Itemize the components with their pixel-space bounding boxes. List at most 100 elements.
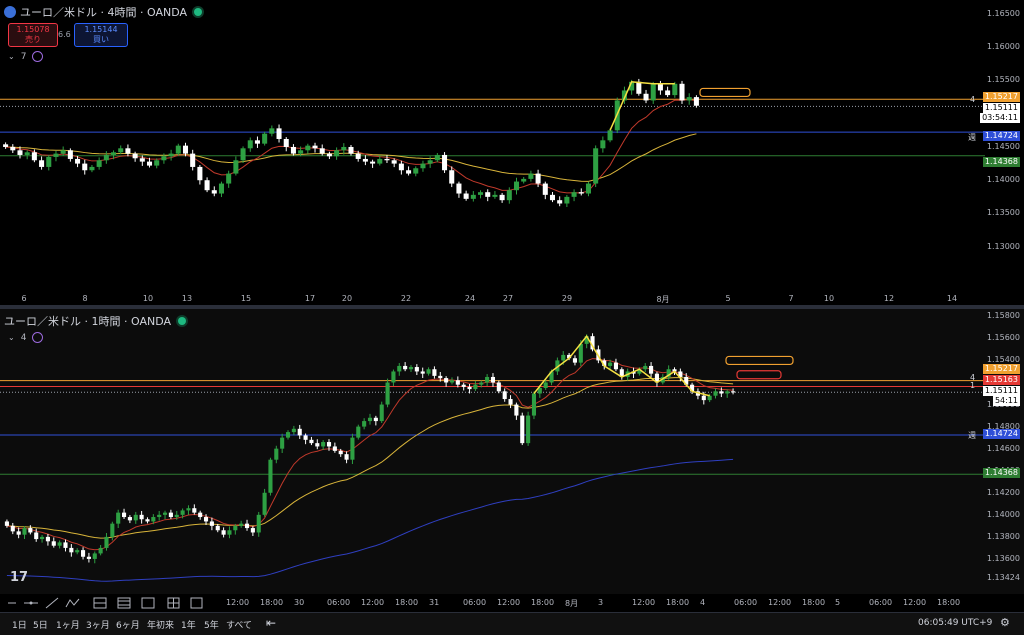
parallel-channel-tool-icon[interactable] (93, 597, 107, 609)
candle-body (111, 152, 117, 155)
path-tool-icon[interactable] (65, 598, 80, 608)
candle-body (456, 183, 462, 194)
market-open-icon (194, 8, 202, 16)
candle (456, 181, 462, 198)
candle-body (326, 153, 332, 157)
frame-tool-icon[interactable] (190, 597, 203, 609)
horizontal-line-tool-icon[interactable] (24, 601, 38, 605)
range-ytd[interactable]: 年初来 (147, 618, 174, 631)
grid-tool-icon[interactable] (167, 597, 180, 609)
clock[interactable]: 06:05:49 UTC+9 (918, 618, 992, 628)
candle-body (542, 183, 548, 195)
candle (103, 151, 109, 164)
candle (391, 369, 396, 387)
fib-tool-icon[interactable] (117, 597, 131, 609)
candle-body (168, 512, 173, 518)
sell-button[interactable]: 1.15078 売り (8, 23, 58, 47)
range-all[interactable]: すべて (226, 618, 252, 631)
candle-body (398, 163, 404, 171)
candle-body (420, 371, 425, 374)
price-tick-label: 1.14000 (986, 509, 1020, 519)
candle (455, 376, 460, 388)
candle-body (444, 378, 449, 383)
candle (731, 388, 736, 395)
range-6m[interactable]: 6ヶ月 (116, 618, 140, 631)
drawing-tools[interactable] (0, 594, 260, 612)
time-tick-label: 17 (304, 294, 316, 303)
range-5d[interactable]: 5日 (33, 618, 48, 631)
candle (57, 540, 62, 549)
trend-line-tool-icon[interactable] (45, 597, 59, 609)
candle-body (291, 428, 296, 433)
candle (490, 373, 496, 387)
settings-gear-icon[interactable]: ⚙ (1000, 616, 1010, 629)
candle-body (67, 150, 73, 159)
candle-body (334, 150, 340, 157)
price-tick-label: 1.14600 (986, 443, 1020, 453)
candle-body (118, 148, 124, 153)
candle (139, 510, 144, 524)
tradingview-logo[interactable]: 17 (10, 570, 28, 585)
range-1y[interactable]: 1年 (181, 618, 196, 631)
candle-body (161, 156, 167, 161)
candle (406, 166, 412, 176)
range-5y[interactable]: 5年 (204, 618, 219, 631)
candle-body (53, 153, 59, 157)
candle-body (414, 367, 419, 372)
chart-canvas-4h[interactable] (0, 0, 1024, 306)
range-1m[interactable]: 1ヶ月 (56, 618, 80, 631)
candle-body (478, 192, 484, 195)
candle (221, 527, 226, 538)
candle-body (116, 512, 121, 524)
chart-pane-1h[interactable]: ユーロ／米ドル · 1時間 · OANDA ⌄ 4 1.15800 1.15600… (0, 309, 1024, 594)
candle-body (104, 536, 109, 548)
visibility-icon[interactable] (32, 332, 44, 343)
candle-body (355, 153, 361, 159)
range-1d[interactable]: 1日 (12, 618, 27, 631)
candle (305, 143, 311, 154)
goto-date-icon[interactable]: ⇤ (266, 616, 276, 630)
candle-body (686, 97, 692, 101)
candle-body (139, 158, 145, 162)
price-axis-4h[interactable]: 1.165001.160001.155001.150001.145001.140… (984, 0, 1024, 306)
candle (397, 363, 402, 376)
candle-body (121, 512, 127, 518)
candle (636, 78, 642, 96)
visibility-icon[interactable] (32, 51, 44, 62)
buy-button[interactable]: 1.15144 買い (74, 23, 128, 47)
candle-body (578, 192, 584, 194)
candle-body (693, 97, 699, 106)
candle (384, 155, 390, 163)
candle (725, 389, 730, 398)
candle (557, 196, 563, 207)
candle-body (643, 93, 649, 101)
candle-body (391, 371, 396, 383)
rectangle-tool-icon[interactable] (141, 597, 155, 609)
chart-pane-4h[interactable]: ユーロ／米ドル · 4時間 · OANDA 1.15078 売り 6.6 1.1… (0, 0, 1024, 306)
ma-line-long (6, 458, 734, 582)
indicators-toggle-1h[interactable]: ⌄ 4 (8, 332, 44, 343)
symbol-title-1h[interactable]: ユーロ／米ドル · 1時間 · OANDA (4, 313, 171, 329)
symbol-header-4h[interactable]: ユーロ／米ドル · 4時間 · OANDA (4, 4, 202, 20)
chart-canvas-1h[interactable] (0, 309, 1024, 594)
price-axis-1h[interactable]: 1.158001.156001.154001.152001.150001.148… (984, 309, 1024, 594)
price-tick-label: 1.13800 (986, 531, 1020, 541)
candle-body (391, 160, 397, 164)
candle (63, 539, 68, 552)
candle-body (96, 160, 102, 167)
candle (713, 388, 718, 399)
symbol-title-4h[interactable]: ユーロ／米ドル · 4時間 · OANDA (20, 4, 187, 20)
indicator-count-4h: 7 (20, 51, 27, 62)
candle-body (110, 523, 115, 537)
candle-body (125, 148, 131, 154)
candle (240, 146, 246, 163)
indicators-toggle-4h[interactable]: ⌄ 7 (8, 51, 44, 62)
candle-body (63, 542, 68, 548)
candle (86, 552, 91, 563)
range-3m[interactable]: 3ヶ月 (86, 618, 110, 631)
candle-body (305, 145, 311, 151)
candle-body (438, 375, 443, 379)
symbol-header-1h[interactable]: ユーロ／米ドル · 1時間 · OANDA (4, 313, 186, 329)
candle (442, 152, 448, 173)
price-badge-blue: 1.14724 (982, 131, 1020, 141)
